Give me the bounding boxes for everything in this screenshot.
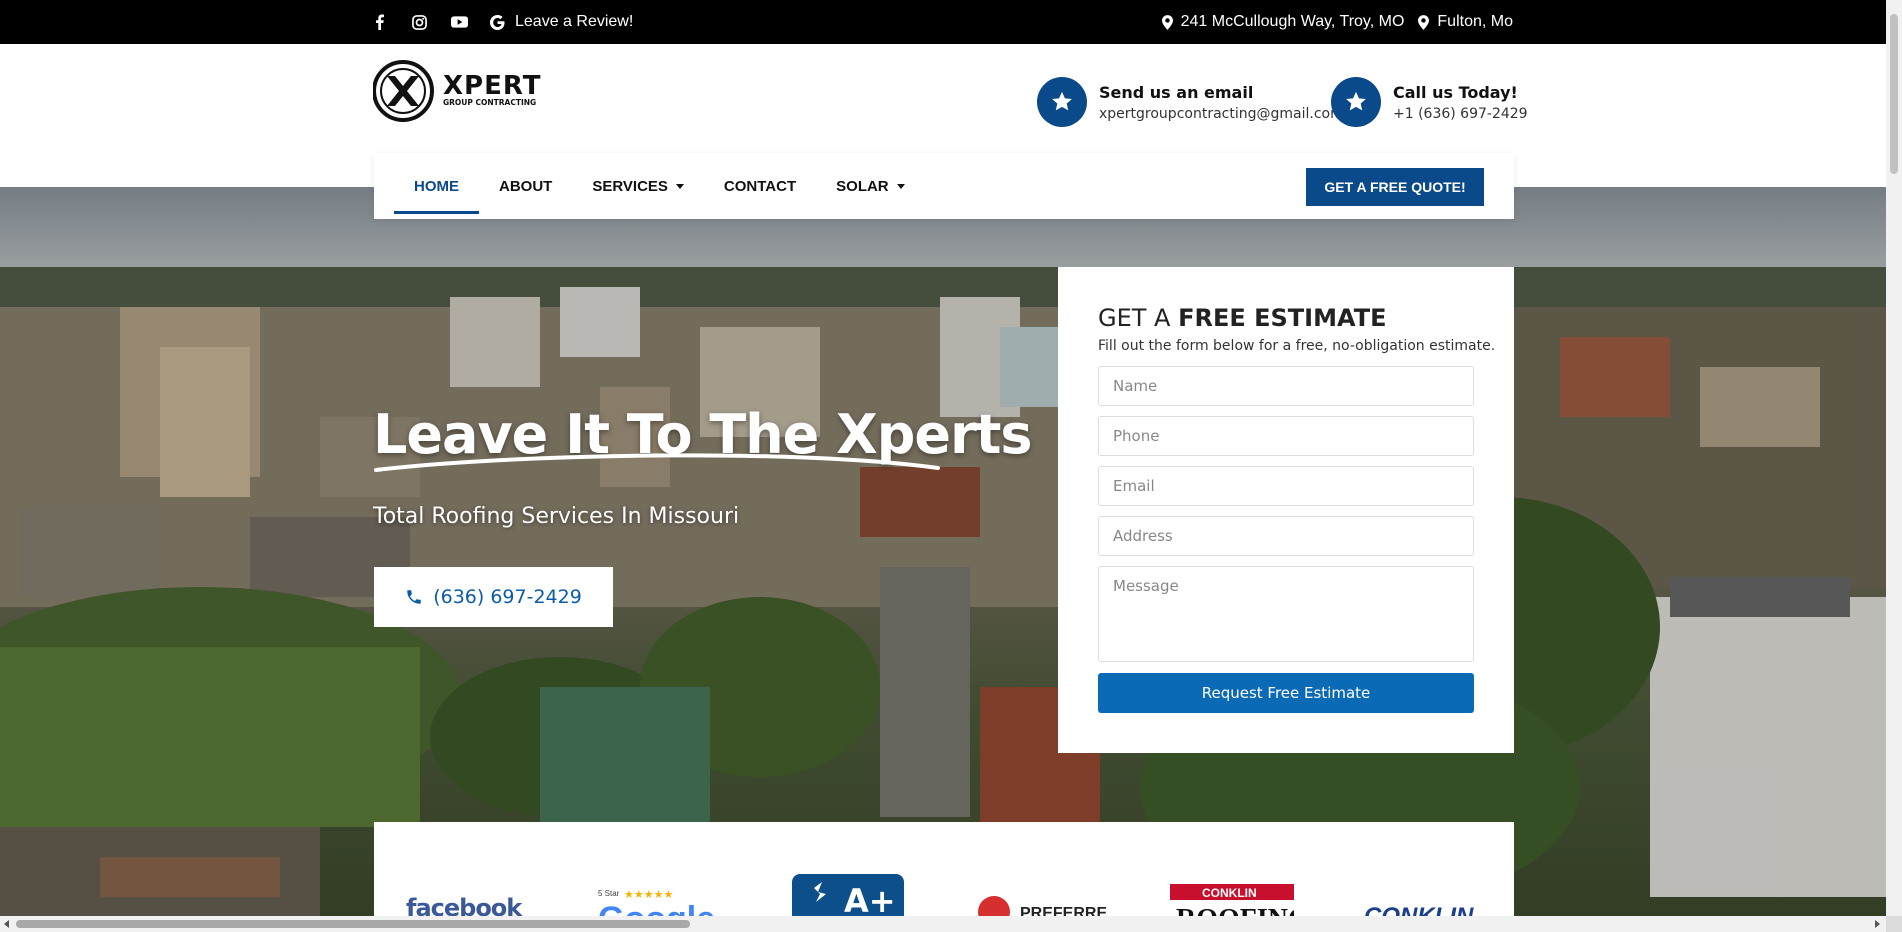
- address-field[interactable]: Address: [1098, 516, 1474, 556]
- phone-contact[interactable]: Call us Today! +1 (636) 697-2429: [1331, 77, 1528, 127]
- site-logo[interactable]: XPERT GROUP CONTRACTING: [372, 58, 573, 124]
- city-text: Fulton, Mo: [1437, 13, 1513, 30]
- form-title-prefix: GET A: [1098, 304, 1179, 332]
- message-field[interactable]: Message: [1098, 566, 1474, 662]
- scroll-left-icon[interactable]: [4, 920, 9, 928]
- email-contact[interactable]: Send us an email xpertgroupcontracting@g…: [1037, 77, 1344, 127]
- nav-label: SERVICES: [592, 177, 668, 195]
- call-title: Call us Today!: [1393, 82, 1518, 102]
- address-text: 241 McCullough Way, Troy, MO: [1180, 13, 1405, 30]
- estimate-form: GET A FREE ESTIMATE Fill out the form be…: [1058, 267, 1514, 753]
- phone-icon: [407, 590, 421, 604]
- horizontal-scrollbar[interactable]: [0, 916, 1886, 932]
- address-item: 241 McCullough Way, Troy, MO: [1161, 13, 1405, 31]
- google-icon: [490, 14, 505, 30]
- svg-text:GROUP CONTRACTING: GROUP CONTRACTING: [443, 98, 536, 107]
- nav-label: SOLAR: [836, 177, 889, 195]
- nav-item-solar[interactable]: SOLAR: [816, 158, 925, 214]
- nav-item-about[interactable]: ABOUT: [479, 158, 572, 214]
- form-title-bold: FREE ESTIMATE: [1178, 304, 1387, 332]
- nav-item-home[interactable]: HOME: [394, 158, 479, 214]
- vertical-scroll-thumb[interactable]: [1890, 14, 1898, 174]
- phone-field[interactable]: Phone: [1098, 416, 1474, 456]
- conklin-badge-text: CONKLIN: [1202, 886, 1257, 900]
- review-label: Leave a Review!: [515, 13, 634, 30]
- social-links: Leave a Review!: [370, 0, 633, 44]
- headline-underline: [374, 453, 940, 472]
- instagram-icon[interactable]: [410, 13, 428, 31]
- star-icon: [1037, 77, 1087, 127]
- email-field[interactable]: Email: [1098, 466, 1474, 506]
- name-field[interactable]: Name: [1098, 366, 1474, 406]
- call-value[interactable]: +1 (636) 697-2429: [1393, 106, 1528, 122]
- svg-text:XPERT: XPERT: [443, 71, 541, 101]
- nav-item-services[interactable]: SERVICES: [572, 158, 704, 214]
- request-estimate-button[interactable]: Request Free Estimate: [1098, 673, 1474, 713]
- form-title: GET A FREE ESTIMATE: [1098, 304, 1386, 332]
- nav-item-contact[interactable]: CONTACT: [704, 158, 816, 214]
- bbb-rating: A+: [844, 882, 896, 920]
- hero-subheadline: Total Roofing Services In Missouri: [373, 504, 740, 529]
- google-5star-text: 5 Star: [598, 889, 620, 898]
- form-description: Fill out the form below for a free, no-o…: [1098, 338, 1496, 354]
- free-quote-button[interactable]: GET A FREE QUOTE!: [1306, 168, 1484, 206]
- city-item: Fulton, Mo: [1418, 13, 1513, 31]
- nav-label: CONTACT: [723, 177, 797, 195]
- locations: 241 McCullough Way, Troy, MO Fulton, Mo: [1161, 0, 1513, 44]
- map-pin-icon: [1418, 14, 1430, 30]
- leave-review-link[interactable]: Leave a Review!: [490, 13, 633, 31]
- nav-menu: HOME ABOUT SERVICES CONTACT SOLAR: [394, 153, 925, 219]
- vertical-scrollbar[interactable]: [1886, 0, 1902, 916]
- top-bar: Leave a Review! 241 McCullough Way, Troy…: [0, 0, 1886, 44]
- email-title: Send us an email: [1099, 82, 1254, 102]
- main-nav: HOME ABOUT SERVICES CONTACT SOLAR GET A …: [374, 153, 1514, 219]
- email-value[interactable]: xpertgroupcontracting@gmail.com: [1099, 106, 1344, 122]
- facebook-icon[interactable]: [370, 13, 388, 31]
- hero-section: [0, 187, 1886, 932]
- map-pin-icon: [1161, 14, 1173, 30]
- youtube-icon[interactable]: [450, 13, 468, 31]
- scroll-right-icon[interactable]: [1875, 920, 1880, 928]
- star-icon: [1331, 77, 1381, 127]
- nav-label: ABOUT: [499, 177, 553, 195]
- caret-down-icon: [896, 183, 905, 189]
- scrollbar-corner: [1886, 916, 1902, 932]
- nav-label: HOME: [414, 177, 459, 195]
- hero-phone-button[interactable]: (636) 697-2429: [374, 567, 613, 627]
- hero-phone-label: (636) 697-2429: [433, 586, 582, 608]
- hero-overlay: [0, 187, 1886, 932]
- horizontal-scroll-thumb[interactable]: [16, 920, 690, 928]
- caret-down-icon: [675, 183, 684, 189]
